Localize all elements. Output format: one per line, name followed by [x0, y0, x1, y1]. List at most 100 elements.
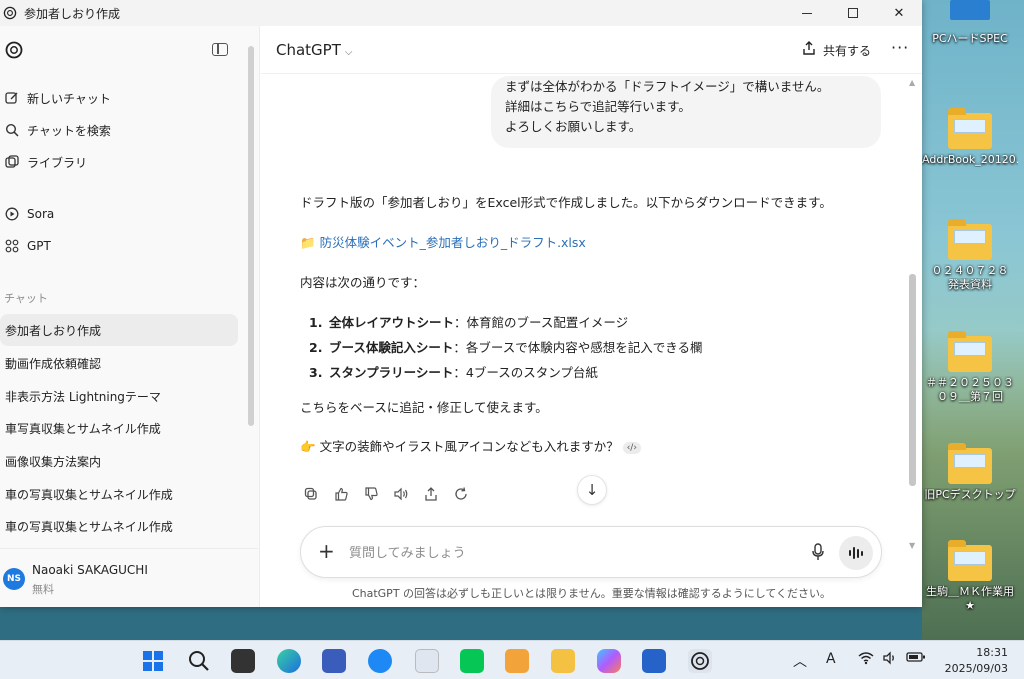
- chat-item[interactable]: 非表示方法 Lightningテーマ: [0, 380, 238, 412]
- minimize-button[interactable]: [784, 0, 830, 26]
- list-desc: ：体育館のブース配置イメージ: [454, 315, 629, 330]
- folder-icon: [948, 108, 992, 149]
- main-panel: ChatGPT ⌵ 共有する ··· まずは全体がわかる「ドラフトイメージ」で構い…: [261, 26, 922, 607]
- arrow-down-icon: ↓: [585, 481, 599, 499]
- messenger-icon[interactable]: [368, 649, 392, 673]
- search-icon[interactable]: [187, 649, 211, 673]
- desktop-icon-label: 発表資料: [948, 278, 992, 291]
- chat-item[interactable]: 画像収集方法案内: [0, 445, 238, 477]
- list-title: ブース体験記入シート: [329, 340, 454, 355]
- sidebar-item-library[interactable]: ライブラリ: [4, 147, 87, 177]
- desktop-icon-ikoma[interactable]: 生駒＿ＭＫ作業用 ★: [922, 540, 1018, 613]
- main-header: ChatGPT ⌵ 共有する ···: [261, 26, 922, 74]
- folder-icon: [948, 540, 992, 581]
- more-options-icon[interactable]: ···: [891, 38, 909, 57]
- user-message-line: 詳細はこちらで追記等行います。: [505, 99, 691, 114]
- openai-logo-icon: [3, 6, 17, 20]
- desktop-icon-presentation[interactable]: ０２４０７２８ 発表資料: [922, 219, 1018, 292]
- sidebar-toggle-icon[interactable]: [212, 43, 228, 56]
- chevron-up-icon[interactable]: ︿: [793, 651, 807, 671]
- model-selector[interactable]: ChatGPT ⌵: [276, 41, 352, 59]
- prompt-input[interactable]: [349, 541, 749, 565]
- sidebar: 新しいチャット チャットを検索 ライブラリ Sora GPT チャット 参加者し…: [0, 26, 260, 607]
- user-profile[interactable]: NS Naoaki SAKAGUCHI 無料: [0, 548, 258, 606]
- scroll-down-arrow-icon[interactable]: ▼: [909, 541, 915, 550]
- folder-icon: [948, 331, 992, 372]
- avatar: NS: [3, 568, 25, 590]
- list-title: 全体レイアウトシート: [329, 315, 455, 330]
- scroll-to-bottom-button[interactable]: ↓: [577, 475, 607, 505]
- list-item: 2. ブース体験記入シート：各ブースで体験内容や感想を記入できる欄: [309, 337, 703, 356]
- copilot-icon[interactable]: [597, 649, 621, 673]
- chat-item[interactable]: 参加者しおり作成: [0, 314, 238, 346]
- chats-section-label: チャット: [4, 292, 48, 305]
- sidebar-item-label: チャットを検索: [27, 123, 111, 138]
- share-icon[interactable]: [421, 484, 441, 504]
- chat-item[interactable]: 動画作成依頼確認: [0, 347, 238, 379]
- user-plan: 無料: [32, 583, 54, 596]
- start-icon[interactable]: [141, 649, 165, 673]
- main-scrollbar[interactable]: [909, 274, 916, 486]
- desktop-icon-session7[interactable]: ＃＃２０２５０３ ０９＿第７回: [922, 331, 1018, 404]
- pointing-hand-icon: 👉: [300, 439, 316, 454]
- sidebar-item-search-chats[interactable]: チャットを検索: [4, 115, 111, 145]
- list-desc: ：各ブースで体験内容や感想を記入できる欄: [453, 340, 703, 355]
- sidebar-item-gpt[interactable]: GPT: [4, 231, 51, 261]
- openai-logo-icon[interactable]: [4, 40, 24, 60]
- desktop-icon-label: 旧PCデスクトップ: [924, 488, 1016, 501]
- read-aloud-icon[interactable]: [391, 484, 411, 504]
- monitor-icon: [950, 0, 990, 20]
- app-icon[interactable]: [505, 649, 529, 673]
- scroll-up-arrow-icon[interactable]: ▲: [909, 78, 915, 87]
- clock[interactable]: 18:31 2025/09/03: [940, 645, 1008, 677]
- ime-indicator[interactable]: A: [826, 651, 836, 667]
- code-badge-icon[interactable]: ‹/›: [622, 441, 641, 454]
- maximize-button[interactable]: [830, 0, 876, 26]
- desktop-icon-label: ０２４０７２８: [931, 264, 1009, 277]
- thumbs-down-icon[interactable]: [361, 484, 381, 504]
- file-link-text: 防災体験イベント_参加者しおり_ドラフト.xlsx: [319, 235, 586, 250]
- app-icon[interactable]: [322, 649, 346, 673]
- edge-browser-icon[interactable]: [277, 649, 301, 673]
- desktop-icon-label: ０９＿第７回: [937, 390, 1003, 403]
- regenerate-icon[interactable]: [451, 484, 471, 504]
- desktop-icon-old-pc[interactable]: 旧PCデスクトップ: [922, 443, 1018, 502]
- wallpaper-strip: [0, 607, 922, 640]
- thumbs-up-icon[interactable]: [331, 484, 351, 504]
- wifi-icon[interactable]: [858, 651, 874, 669]
- desktop-icon-pc-spec[interactable]: PCハードSPEC: [922, 0, 1018, 46]
- chevron-down-icon: ⌵: [344, 47, 353, 58]
- microphone-icon[interactable]: [809, 542, 827, 562]
- search-icon: [4, 122, 20, 138]
- task-view-icon[interactable]: [231, 649, 255, 673]
- sidebar-scrollbar[interactable]: [248, 46, 254, 426]
- title-bar[interactable]: 参加者しおり作成 ✕: [0, 0, 922, 26]
- close-button[interactable]: ✕: [876, 0, 922, 26]
- volume-icon[interactable]: [882, 651, 898, 669]
- minimize-icon: [802, 12, 812, 14]
- sidebar-item-new-chat[interactable]: 新しいチャット: [4, 83, 111, 113]
- maximize-icon: [848, 8, 858, 18]
- chat-item[interactable]: 車の写真収集とサムネイル作成: [0, 510, 238, 542]
- copy-icon[interactable]: [301, 484, 321, 504]
- battery-icon[interactable]: [906, 651, 926, 667]
- clock-date: 2025/09/03: [944, 662, 1008, 675]
- chat-item[interactable]: 車写真収集とサムネイル作成: [0, 412, 238, 444]
- chat-item[interactable]: 車の写真収集とサムネイル作成: [0, 478, 238, 510]
- line-icon[interactable]: [460, 649, 484, 673]
- desktop-icon-addrbook[interactable]: AddrBook_20120...: [922, 108, 1018, 167]
- sidebar-item-sora[interactable]: Sora: [4, 199, 54, 229]
- store-icon[interactable]: [642, 649, 666, 673]
- close-icon: ✕: [893, 5, 905, 21]
- taskbar: ︿ A 18:31 2025/09/03: [0, 640, 1024, 679]
- list-title: スタンプラリーシート: [329, 365, 454, 380]
- file-explorer-icon[interactable]: [551, 649, 575, 673]
- mail-app-icon[interactable]: [415, 649, 439, 673]
- chatgpt-taskbar-icon[interactable]: [688, 649, 712, 673]
- edit-icon: [4, 90, 20, 106]
- add-attachment-icon[interactable]: +: [318, 540, 335, 562]
- share-button[interactable]: 共有する: [802, 41, 871, 59]
- file-download-link[interactable]: 📁 防災体験イベント_参加者しおり_ドラフト.xlsx: [300, 232, 586, 251]
- voice-mode-button[interactable]: [839, 536, 873, 570]
- list-number: 2.: [309, 340, 323, 355]
